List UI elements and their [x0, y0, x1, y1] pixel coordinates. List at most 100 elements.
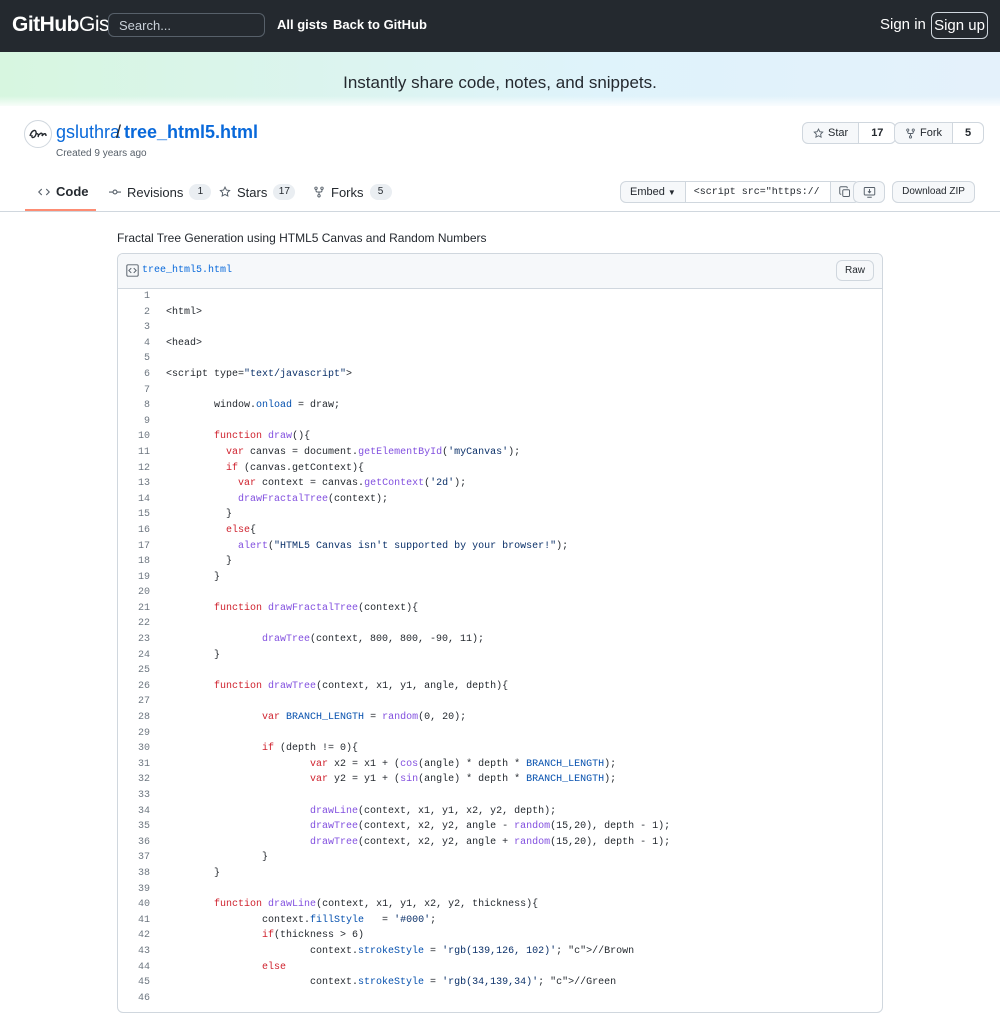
line-number[interactable]: 3 — [118, 320, 150, 336]
star-label: Star — [828, 127, 849, 139]
line-number[interactable]: 39 — [118, 882, 150, 898]
line-number[interactable]: 45 — [118, 975, 150, 991]
line-number[interactable]: 1 — [118, 289, 150, 305]
line-content: } — [166, 509, 233, 521]
open-in-desktop-button[interactable] — [853, 181, 885, 203]
fork-count[interactable]: 5 — [952, 123, 984, 143]
line-number[interactable]: 10 — [118, 429, 150, 445]
line-number[interactable]: 21 — [118, 601, 150, 617]
download-zip-button[interactable]: Download ZIP — [892, 181, 975, 203]
fork-button[interactable]: Fork — [895, 123, 952, 143]
line-number[interactable]: 5 — [118, 351, 150, 367]
line-number[interactable]: 40 — [118, 897, 150, 913]
line-number[interactable]: 18 — [118, 554, 150, 570]
star-count[interactable]: 17 — [858, 123, 896, 143]
code-line: 8 window.onload = draw; — [118, 398, 882, 414]
created-timestamp: Created 9 years ago — [56, 148, 147, 159]
line-number[interactable]: 29 — [118, 726, 150, 742]
line-number[interactable]: 38 — [118, 866, 150, 882]
tab-stars[interactable]: Stars 17 — [219, 184, 296, 200]
line-number[interactable]: 35 — [118, 819, 150, 835]
line-number[interactable]: 36 — [118, 835, 150, 851]
line-number[interactable]: 9 — [118, 414, 150, 430]
sign-in-link[interactable]: Sign in — [880, 16, 926, 33]
code-line: 3 — [118, 320, 882, 336]
code-line: 21 function drawFractalTree(context){ — [118, 601, 882, 617]
code-line: 43 context.strokeStyle = 'rgb(139,126, 1… — [118, 944, 882, 960]
banner-fade — [0, 96, 1000, 108]
line-number[interactable]: 41 — [118, 913, 150, 929]
line-number[interactable]: 32 — [118, 772, 150, 788]
line-number[interactable]: 14 — [118, 492, 150, 508]
line-number[interactable]: 17 — [118, 539, 150, 555]
line-number[interactable]: 23 — [118, 632, 150, 648]
code-line: 37 } — [118, 850, 882, 866]
gist-owner-link[interactable]: gsluthra — [56, 122, 120, 143]
code-line: 2 <html> — [118, 305, 882, 321]
code-line: 14 drawFractalTree(context); — [118, 492, 882, 508]
line-number[interactable]: 26 — [118, 679, 150, 695]
line-content: var context = canvas.getContext('2d'); — [238, 478, 467, 490]
github-gist-logo[interactable]: GitHubGist — [12, 13, 115, 37]
line-content: var BRANCH_LENGTH = random(0, 20); — [262, 712, 467, 724]
file-name-link[interactable]: tree_html5.html — [142, 265, 232, 276]
star-icon — [813, 127, 824, 138]
line-number[interactable]: 11 — [118, 445, 150, 461]
line-number[interactable]: 7 — [118, 383, 150, 399]
avatar[interactable] — [24, 120, 52, 148]
avatar-signature-icon — [29, 129, 47, 139]
line-number[interactable]: 20 — [118, 585, 150, 601]
line-number[interactable]: 31 — [118, 757, 150, 773]
line-number[interactable]: 19 — [118, 570, 150, 586]
code-line: 38 } — [118, 866, 882, 882]
line-number[interactable]: 24 — [118, 648, 150, 664]
line-number[interactable]: 42 — [118, 928, 150, 944]
line-number[interactable]: 33 — [118, 788, 150, 804]
line-number[interactable]: 27 — [118, 694, 150, 710]
code-line: 7 — [118, 383, 882, 399]
embed-dropdown-button[interactable]: Embed ▼ — [621, 182, 686, 202]
line-number[interactable]: 25 — [118, 663, 150, 679]
code-line: 9 — [118, 414, 882, 430]
line-number[interactable]: 30 — [118, 741, 150, 757]
line-number[interactable]: 6 — [118, 367, 150, 383]
line-number[interactable]: 43 — [118, 944, 150, 960]
tab-forks[interactable]: Forks 5 — [313, 184, 392, 200]
code-line: 27 — [118, 694, 882, 710]
embed-clone-box: Embed ▼ — [620, 181, 860, 203]
line-number[interactable]: 2 — [118, 305, 150, 321]
line-content: function drawFractalTree(context){ — [214, 602, 419, 614]
code-line: 40 function drawLine(context, x1, y1, x2… — [118, 897, 882, 913]
raw-button[interactable]: Raw — [836, 260, 874, 281]
line-number[interactable]: 8 — [118, 398, 150, 414]
line-number[interactable]: 37 — [118, 850, 150, 866]
line-number[interactable]: 13 — [118, 476, 150, 492]
line-number[interactable]: 44 — [118, 960, 150, 976]
line-content: if(thickness > 6) — [262, 930, 365, 942]
embed-url-input[interactable] — [685, 182, 830, 202]
line-number[interactable]: 12 — [118, 461, 150, 477]
line-number[interactable]: 22 — [118, 616, 150, 632]
code-line: 11 var canvas = document.getElementById(… — [118, 445, 882, 461]
line-number[interactable]: 34 — [118, 804, 150, 820]
code-line: 20 — [118, 585, 882, 601]
nav-back-to-github[interactable]: Back to GitHub — [333, 17, 427, 32]
line-number[interactable]: 46 — [118, 991, 150, 1007]
line-content: context.strokeStyle = 'rgb(139,126, 102)… — [166, 945, 635, 957]
gist-title-link[interactable]: tree_html5.html — [124, 122, 258, 143]
nav-all-gists[interactable]: All gists — [277, 17, 328, 32]
star-button[interactable]: Star — [803, 123, 858, 143]
tab-forks-label: Forks — [331, 184, 364, 200]
tab-code[interactable]: Code — [38, 184, 89, 199]
line-number[interactable]: 4 — [118, 336, 150, 352]
line-number[interactable]: 16 — [118, 523, 150, 539]
sign-up-button[interactable]: Sign up — [931, 12, 988, 39]
code-line: 17 alert("HTML5 Canvas isn't supported b… — [118, 539, 882, 555]
line-content: } — [166, 571, 221, 583]
line-number[interactable]: 28 — [118, 710, 150, 726]
search-input[interactable] — [108, 13, 265, 37]
line-number[interactable]: 15 — [118, 507, 150, 523]
tab-revisions[interactable]: Revisions 1 — [109, 184, 212, 200]
line-content: drawTree(context, x2, y2, angle + random… — [310, 836, 671, 848]
file-container: tree_html5.html Raw 1 2 <html> 3 4 <head> 5 6 <s… — [117, 253, 883, 1013]
